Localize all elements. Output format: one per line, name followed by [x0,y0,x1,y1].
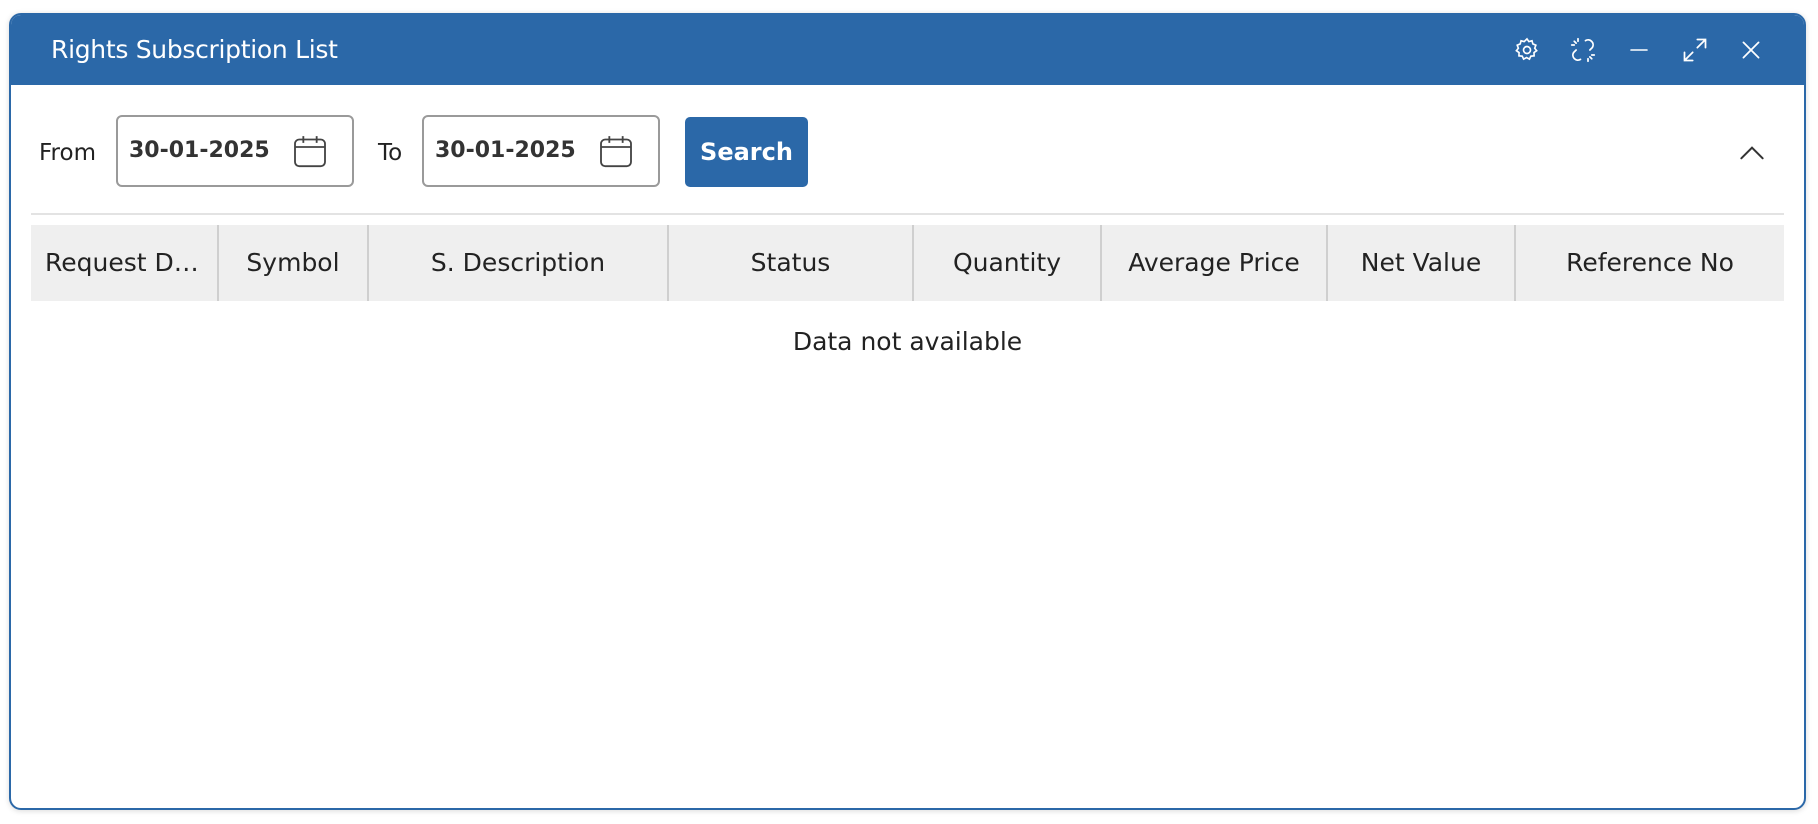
calendar-icon[interactable] [596,132,636,172]
search-button[interactable]: Search [685,117,808,187]
to-label: To [378,140,403,166]
window-titlebar[interactable]: Rights Subscription List [11,15,1804,85]
chevron-up-icon[interactable] [1736,137,1768,169]
close-icon[interactable] [1736,35,1766,65]
filter-divider [31,213,1784,215]
from-date-value[interactable]: 30-01-2025 [129,117,270,185]
column-header-quantity[interactable]: Quantity [914,225,1102,301]
column-header-symbol[interactable]: Symbol [219,225,369,301]
subscription-table: Request Da... Symbol S. Description Stat… [31,225,1784,383]
window-actions [1512,15,1766,85]
unlink-icon[interactable] [1568,35,1598,65]
from-date-field[interactable]: 30-01-2025 [116,115,354,187]
window-title: Rights Subscription List [51,35,338,64]
column-header-average-price[interactable]: Average Price [1102,225,1328,301]
rights-subscription-window: Rights Subscription List From 30-01-2025… [9,13,1806,810]
column-header-reference-no[interactable]: Reference No [1516,225,1784,301]
minimize-icon[interactable] [1624,35,1654,65]
empty-state-message: Data not available [792,327,1023,356]
from-label: From [39,140,96,166]
column-header-net-value[interactable]: Net Value [1328,225,1516,301]
calendar-icon[interactable] [290,132,330,172]
column-header-status[interactable]: Status [669,225,914,301]
column-header-description[interactable]: S. Description [369,225,669,301]
column-header-request-date[interactable]: Request Da... [31,225,219,301]
settings-icon[interactable] [1512,35,1542,65]
table-header: Request Da... Symbol S. Description Stat… [31,225,1784,301]
filter-bar: From 30-01-2025 To 30-01-2025 Search [31,115,1784,191]
to-date-value[interactable]: 30-01-2025 [435,117,576,185]
expand-icon[interactable] [1680,35,1710,65]
to-date-field[interactable]: 30-01-2025 [422,115,660,187]
